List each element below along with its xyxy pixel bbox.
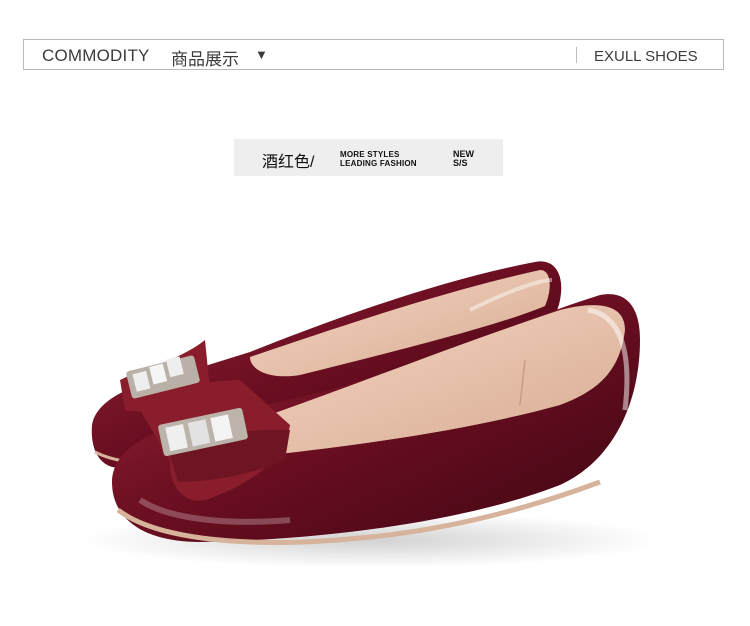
product-color-label: 酒红色/ MORE STYLES LEADING FASHION NEW S/S: [234, 139, 503, 176]
season-line2: S/S: [453, 158, 468, 168]
brand-name: EXULL SHOES: [594, 48, 698, 65]
tagline-line2: LEADING FASHION: [340, 159, 417, 168]
style-tagline: MORE STYLES LEADING FASHION: [340, 150, 417, 168]
tagline-line1: MORE STYLES: [340, 150, 400, 159]
color-name: 酒红色/: [262, 154, 315, 171]
section-title-cn: 商品展示: [171, 50, 239, 69]
product-image: [0, 220, 750, 626]
season-badge: NEW S/S: [453, 150, 474, 168]
section-title: COMMODITY: [42, 46, 150, 65]
header-divider: [576, 47, 577, 63]
section-header: COMMODITY 商品展示 ▼ EXULL SHOES: [23, 39, 724, 70]
shoe-pair-icon: [80, 261, 660, 568]
chevron-down-icon: ▼: [255, 47, 268, 62]
